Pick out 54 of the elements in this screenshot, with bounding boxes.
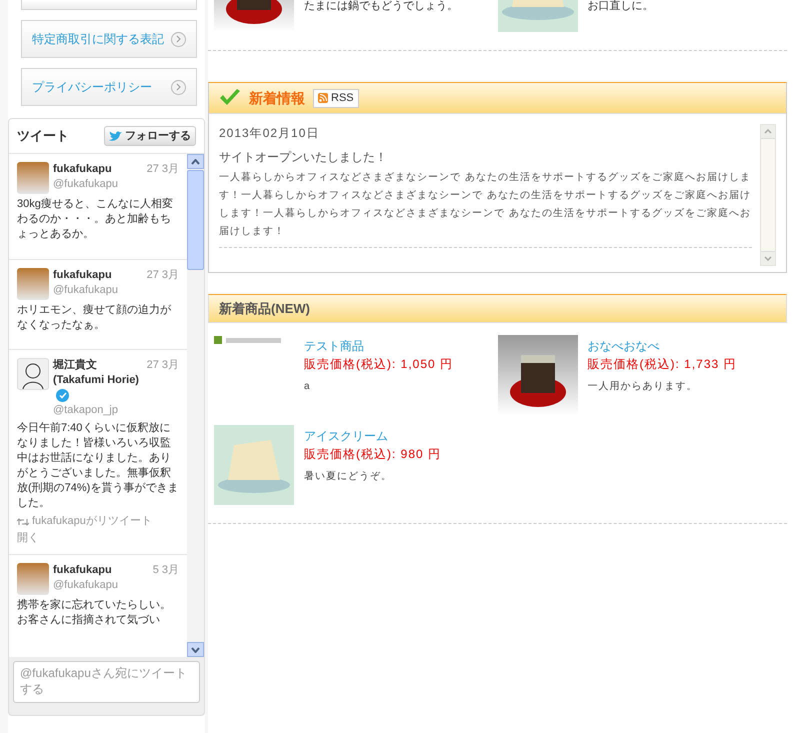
broken-image-icon [214, 335, 284, 345]
author-name[interactable]: fukafukapu [53, 162, 112, 178]
retweet-icon [17, 518, 29, 526]
user-handle[interactable]: @fukafukapu [53, 283, 179, 298]
tweet-input[interactable]: @fukafukapuさん宛にツイートする [13, 661, 200, 703]
news-headline: サイトオープンいたしました！ [219, 149, 388, 166]
scroll-thumb[interactable] [187, 170, 204, 270]
tweet-text: ホリエモン、痩せて顔の迫力がなくなったなぁ。 [17, 303, 172, 334]
chevron-icon [171, 32, 186, 46]
expand-link[interactable]: 開く [17, 531, 179, 546]
section-title: 新着商品(NEW) [219, 300, 310, 318]
rss-icon [318, 93, 328, 103]
product-name[interactable]: アイスクリーム [304, 427, 442, 445]
scrollbar[interactable] [760, 124, 776, 266]
product-description: 一人用からあります。 [588, 380, 698, 394]
product-description: たまには鍋でもどうでしょう。 [304, 0, 458, 14]
author-name[interactable]: fukafukapu [53, 268, 112, 284]
product-description: a [304, 380, 312, 394]
scroll-down-icon[interactable] [187, 642, 204, 657]
product-description: お口直しに。 [588, 0, 654, 14]
user-handle[interactable]: @fukafukapu [53, 177, 179, 192]
product-name[interactable]: おなべおなべ [588, 337, 737, 355]
rss-button[interactable]: RSS [313, 88, 359, 108]
scroll-up-icon[interactable] [187, 154, 204, 170]
scrollbar[interactable] [187, 154, 204, 657]
avatar[interactable] [17, 358, 49, 390]
news-date: 2013年02月10日 [219, 125, 320, 142]
product-price: 販売価格(税込): 1,733 円 [588, 356, 737, 373]
widget-title: ツイート [17, 127, 69, 146]
bird-icon [109, 130, 123, 142]
checkmark-icon [219, 89, 241, 107]
user-handle[interactable]: @fukafukapu [53, 578, 179, 594]
news-body: 一人暮らしからオフィスなどさまざまなシーンで あなたの生活をサポートするグッズをご家庭へお届けします！一人暮らしからオフィスなどさまざまなシーンで あなたの生活をサポートするグッズをご家庭へお届けします！一人暮らしからオフィスなどさまざまなシーンで あなたの生活をサポートするグッズをご家庭へお届けします！ [219, 170, 752, 239]
tweet-date[interactable]: 5 3月 [152, 563, 179, 578]
user-handle[interactable]: @takapon_jp [53, 403, 179, 418]
retweet-note: fukafukapuがリツイート [32, 514, 152, 530]
product-price: 販売価格(税込): 1,050 円 [304, 356, 454, 373]
tweet-date[interactable]: 27 3月 [146, 358, 179, 374]
product-price: 販売価格(税込): 980 円 [304, 446, 442, 463]
follow-button[interactable]: フォローする [104, 126, 196, 146]
sidebar-link[interactable]: 特定商取引に関する表記 [21, 20, 197, 58]
section-title: 新着情報 [249, 88, 305, 108]
tweet-date[interactable]: 27 3月 [146, 268, 179, 284]
scroll-down-icon[interactable] [761, 251, 775, 265]
tweet-text: 30kg痩せると、こんなに人相変わるのか・・・。あと加齢もちょっとあるか。 [17, 197, 174, 242]
tweet-date[interactable]: 27 3月 [146, 162, 179, 178]
chevron-icon [171, 80, 186, 94]
tweet-text: 携帯を家に忘れていたらしい。お客さんに指摘されて気づい [17, 598, 172, 628]
author-name[interactable]: 堀江貴文 (Takafumi Horie) [53, 358, 145, 404]
sidebar-link[interactable]: プライバシーポリシー [21, 68, 197, 106]
author-name[interactable]: fukafukapu [53, 563, 112, 578]
product-name[interactable]: テスト商品 [304, 337, 454, 355]
product-description: 暑い夏にどうぞ。 [304, 470, 393, 484]
tweet-text: 今日午前7:40くらいに仮釈放になりました！皆様いろいろ収監中はお世話になりました。ありがとうございました。無事仮釈放(刑期の74%)を貰う事ができました。 [17, 421, 179, 512]
